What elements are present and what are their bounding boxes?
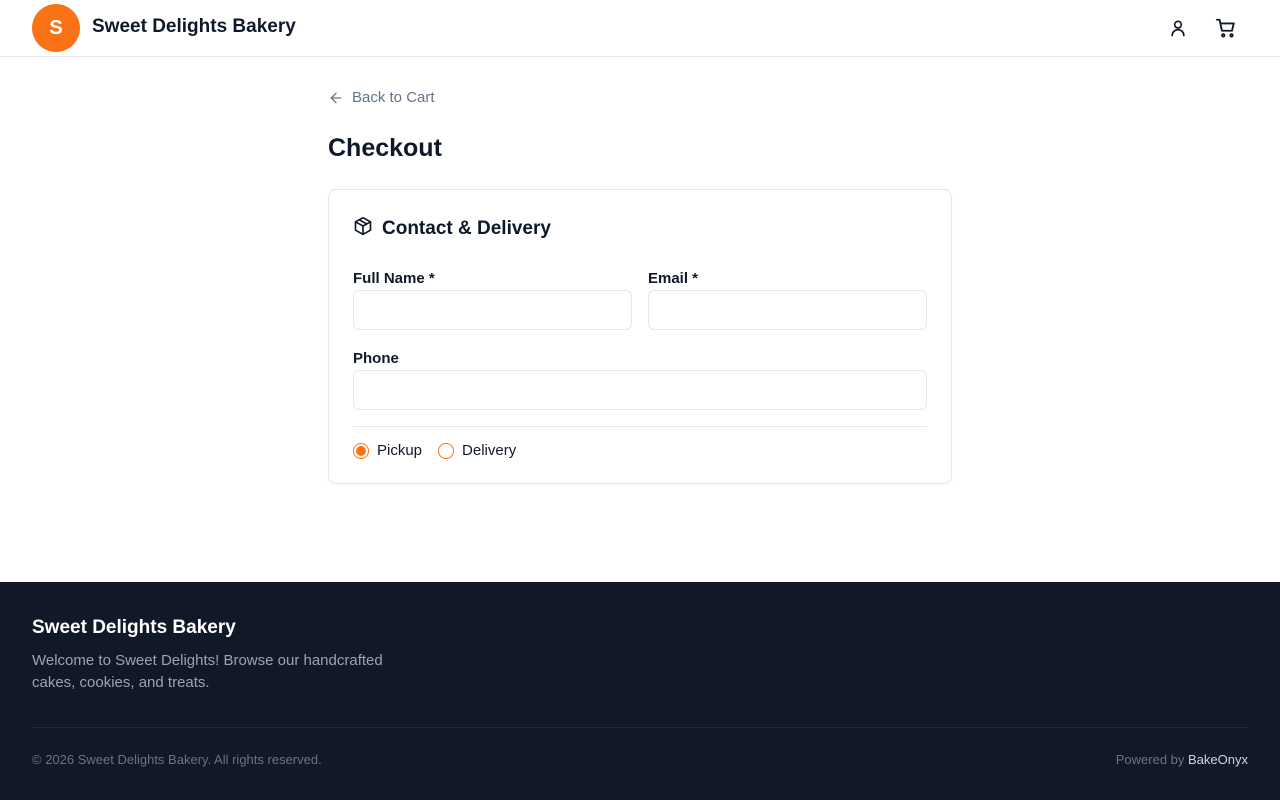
full-name-label: Full Name *: [353, 270, 435, 287]
card-header: Contact & Delivery: [353, 216, 551, 241]
email-input[interactable]: [648, 290, 927, 330]
contact-delivery-card: Contact & Delivery Full Name * Email * P…: [328, 189, 952, 484]
user-icon[interactable]: [1166, 16, 1190, 40]
full-name-input[interactable]: [353, 290, 632, 330]
delivery-label: Delivery: [462, 442, 517, 459]
radio-selected-icon[interactable]: [353, 442, 369, 459]
bakeonyx-link[interactable]: BakeOnyx: [1188, 752, 1248, 767]
radio-unselected-icon[interactable]: [438, 442, 455, 459]
email-label: Email *: [648, 270, 699, 287]
package-icon: [353, 216, 373, 241]
site-header: S Sweet Delights Bakery: [0, 0, 1280, 57]
phone-input[interactable]: [353, 370, 927, 410]
footer-description: Welcome to Sweet Delights! Browse our ha…: [32, 652, 383, 691]
powered-prefix: Powered by: [1115, 752, 1189, 767]
logo-letter: S: [49, 16, 63, 39]
cart-icon[interactable]: [1214, 16, 1238, 40]
phone-label: Phone: [353, 350, 399, 367]
pickup-label: Pickup: [377, 442, 423, 459]
footer-brand: Sweet Delights Bakery: [32, 617, 236, 638]
logo[interactable]: S: [32, 4, 80, 52]
fulfillment-options: Pickup Delivery: [353, 442, 516, 459]
site-footer: Sweet Delights Bakery Welcome to Sweet D…: [0, 582, 1280, 800]
back-to-cart-link[interactable]: Back to Cart: [328, 89, 435, 106]
back-label: Back to Cart: [352, 89, 435, 106]
footer-divider: [32, 727, 1248, 728]
pickup-radio[interactable]: Pickup: [353, 442, 422, 459]
divider: [353, 426, 927, 427]
page-title: Checkout: [328, 134, 442, 162]
card-title: Contact & Delivery: [382, 217, 551, 239]
delivery-radio[interactable]: Delivery: [438, 442, 516, 459]
arrow-left-icon: [328, 90, 344, 106]
powered-by: Powered by BakeOnyx: [1116, 752, 1248, 767]
brand-name[interactable]: Sweet Delights Bakery: [92, 16, 296, 38]
copyright: © 2026 Sweet Delights Bakery. All rights…: [32, 752, 322, 767]
